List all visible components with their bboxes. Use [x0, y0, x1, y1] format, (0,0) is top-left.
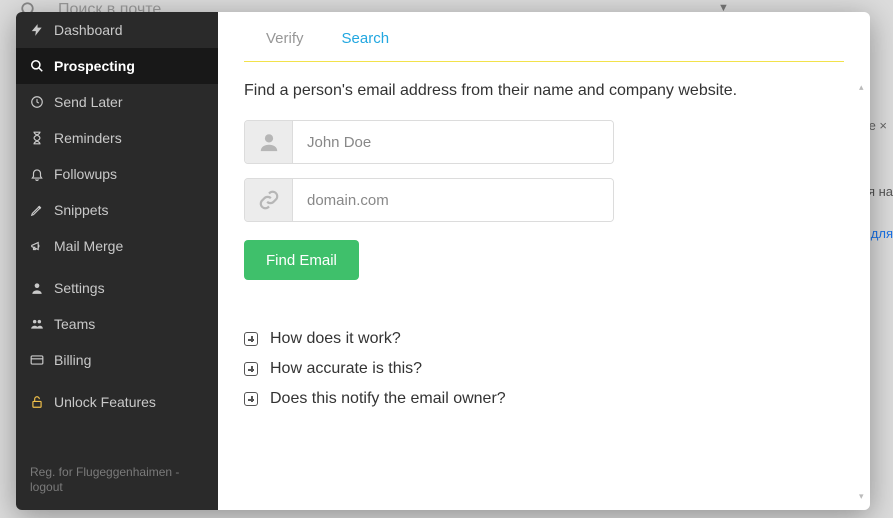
sidebar-footer[interactable]: Reg. for Flugeggenhaimen - logout — [16, 455, 218, 510]
person-icon — [245, 121, 293, 163]
sidebar-item-mail-merge[interactable]: Mail Merge — [16, 228, 218, 264]
sidebar-item-followups[interactable]: Followups — [16, 156, 218, 192]
sidebar-item-label: Followups — [54, 166, 117, 182]
scrollbar[interactable] — [860, 82, 868, 502]
sidebar-item-snippets[interactable]: Snippets — [16, 192, 218, 228]
sidebar-item-label: Billing — [54, 352, 91, 368]
sidebar-item-label: Send Later — [54, 94, 123, 110]
sidebar-item-label: Prospecting — [54, 58, 135, 74]
bg-text-fragment-1: я на — [868, 184, 893, 199]
sidebar-item-label: Mail Merge — [54, 238, 123, 254]
user-icon — [30, 281, 54, 295]
sidebar-item-label: Settings — [54, 280, 105, 296]
sidebar-item-teams[interactable]: Teams — [16, 306, 218, 342]
sidebar-item-label: Dashboard — [54, 22, 123, 38]
faq-item[interactable]: Does this notify the email owner? — [244, 384, 844, 414]
link-icon — [245, 179, 293, 221]
megaphone-icon — [30, 239, 54, 253]
sidebar-item-reminders[interactable]: Reminders — [16, 120, 218, 156]
find-email-button[interactable]: Find Email — [244, 240, 359, 280]
credit-card-icon — [30, 353, 54, 367]
bolt-icon — [30, 23, 54, 37]
main-panel: Verify Search Find a person's email addr… — [218, 12, 870, 510]
bg-close: e × — [869, 118, 887, 133]
pencil-icon — [30, 203, 54, 217]
tab-search[interactable]: Search — [342, 30, 390, 47]
faq-question: Does this notify the email owner? — [270, 390, 506, 408]
plus-box-icon — [244, 332, 258, 346]
tabs: Verify Search — [244, 30, 844, 47]
clock-icon — [30, 95, 54, 109]
bg-text-fragment-2: для — [871, 226, 893, 241]
sidebar-item-label: Unlock Features — [54, 394, 156, 410]
plus-box-icon — [244, 362, 258, 376]
sidebar-item-label: Reminders — [54, 130, 122, 146]
search-icon — [30, 59, 54, 73]
sidebar-item-send-later[interactable]: Send Later — [16, 84, 218, 120]
name-field — [244, 120, 614, 164]
sidebar-item-billing[interactable]: Billing — [16, 342, 218, 378]
faq-list: How does it work? How accurate is this? … — [244, 324, 844, 414]
sidebar-item-prospecting[interactable]: Prospecting — [16, 48, 218, 84]
plus-box-icon — [244, 392, 258, 406]
sidebar-item-label: Snippets — [54, 202, 108, 218]
domain-field — [244, 178, 614, 222]
sidebar: Dashboard Prospecting Send Later Reminde… — [16, 12, 218, 510]
sidebar-item-dashboard[interactable]: Dashboard — [16, 12, 218, 48]
hourglass-icon — [30, 131, 54, 145]
sidebar-item-label: Teams — [54, 316, 95, 332]
tab-underline — [244, 61, 844, 62]
name-input[interactable] — [293, 121, 613, 163]
sidebar-item-unlock[interactable]: Unlock Features — [16, 384, 218, 420]
app-modal: Dashboard Prospecting Send Later Reminde… — [16, 12, 870, 510]
faq-item[interactable]: How accurate is this? — [244, 354, 844, 384]
faq-item[interactable]: How does it work? — [244, 324, 844, 354]
faq-question: How accurate is this? — [270, 360, 422, 378]
sidebar-item-settings[interactable]: Settings — [16, 270, 218, 306]
unlock-icon — [30, 395, 54, 409]
description: Find a person's email address from their… — [244, 82, 844, 100]
bell-icon — [30, 167, 54, 181]
faq-question: How does it work? — [270, 330, 401, 348]
tab-verify[interactable]: Verify — [266, 30, 304, 47]
users-icon — [30, 317, 54, 331]
domain-input[interactable] — [293, 179, 613, 221]
